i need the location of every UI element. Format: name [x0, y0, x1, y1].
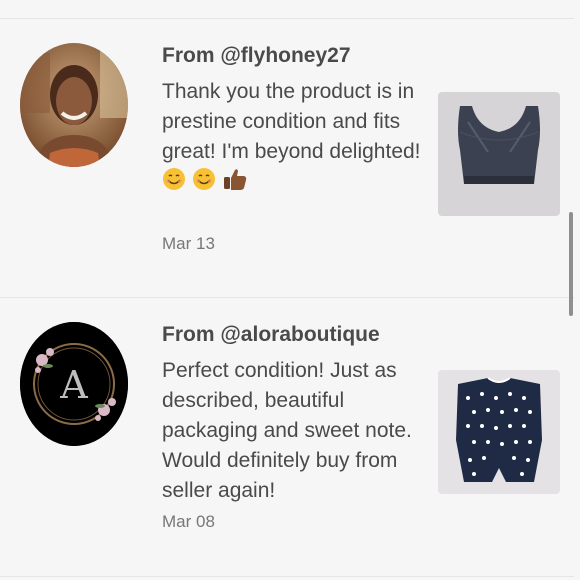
- review-author[interactable]: From @aloraboutique: [162, 323, 380, 347]
- avatar-letter: A: [59, 363, 88, 407]
- review-text-block: Thank you the product is in prestine con…: [162, 77, 424, 200]
- review-item: From @flyhoney27 Thank you the product i…: [0, 0, 574, 298]
- review-text: Perfect condition! Just as described, be…: [162, 359, 412, 502]
- product-thumbnail[interactable]: [438, 370, 560, 494]
- smiling-face-icon: [162, 167, 186, 200]
- smiling-face-icon: [192, 167, 216, 200]
- reviewer-avatar[interactable]: [20, 43, 128, 167]
- thumbs-up-icon: [222, 167, 248, 200]
- reviewer-avatar[interactable]: A: [20, 322, 128, 446]
- scrollbar[interactable]: [569, 212, 573, 316]
- review-item: A From @aloraboutique Perfect condition!…: [0, 298, 574, 580]
- bottom-divider: [0, 576, 574, 577]
- product-thumbnail[interactable]: [438, 92, 560, 216]
- review-date: Mar 08: [162, 512, 215, 531]
- review-text: Thank you the product is in prestine con…: [162, 80, 421, 163]
- review-author[interactable]: From @flyhoney27: [162, 44, 351, 68]
- review-date: Mar 13: [162, 234, 215, 253]
